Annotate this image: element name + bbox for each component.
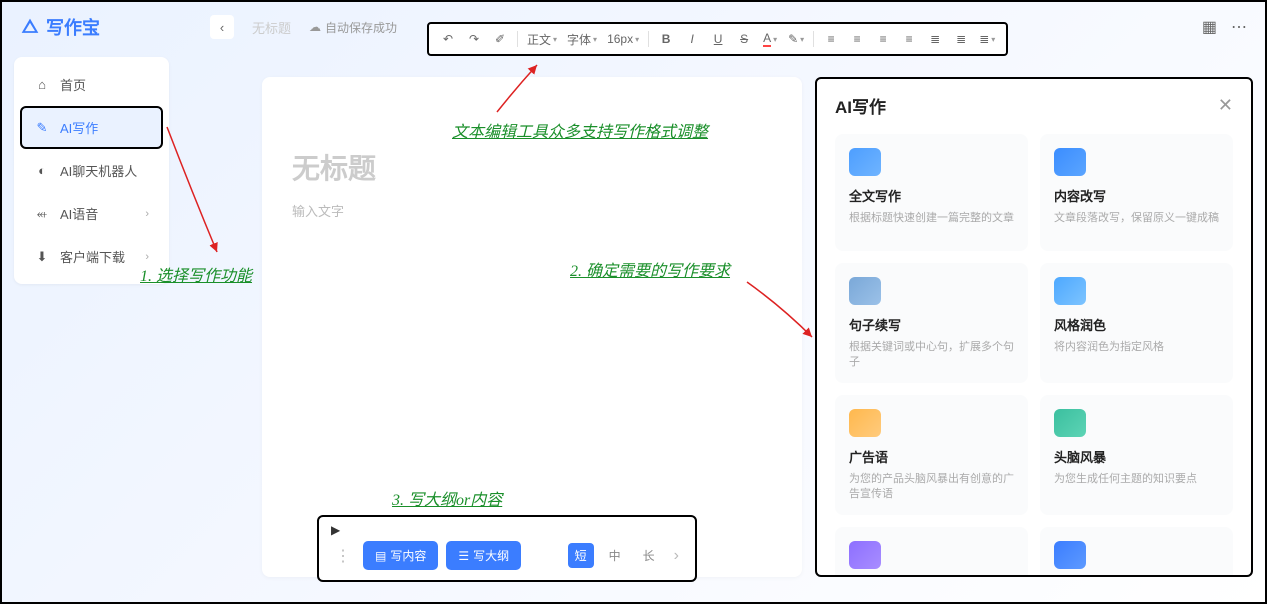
align-left-button[interactable]: ≡ — [820, 27, 842, 51]
ai-writing-panel: AI写作 ✕ 全文写作根据标题快速创建一篇完整的文章 内容改写文章段落改写，保留… — [815, 77, 1253, 577]
write-content-button[interactable]: ▤写内容 — [363, 541, 438, 570]
ai-card-adcopy[interactable]: 广告语为您的产品头脑风暴出有创意的广告宣传语 — [835, 395, 1028, 515]
card-icon — [1054, 541, 1086, 569]
autosave-status: ☁ 自动保存成功 — [309, 19, 397, 36]
logo-icon — [20, 17, 40, 37]
card-icon — [849, 541, 881, 569]
sidebar-item-download[interactable]: ⬇ 客户端下载 › — [20, 235, 163, 278]
grid-icon[interactable]: ▦ — [1202, 17, 1217, 37]
indent-button[interactable]: ≣▾ — [976, 27, 998, 51]
card-icon — [849, 409, 881, 437]
back-button[interactable]: ‹ — [210, 15, 234, 39]
strike-button[interactable]: S — [733, 27, 755, 51]
ai-card-rewrite[interactable]: 内容改写文章段落改写，保留原义一键成稿 — [1040, 134, 1233, 251]
chevron-right-icon[interactable]: › — [670, 547, 683, 565]
sidebar-item-ai-voice[interactable]: ⬴ AI语音 › — [20, 192, 163, 235]
header-nav: ‹ 无标题 ☁ 自动保存成功 — [210, 15, 397, 39]
pen-icon: ✎ — [34, 120, 50, 136]
align-center-button[interactable]: ≡ — [846, 27, 868, 51]
font-size-select[interactable]: 16px▾ — [604, 27, 642, 51]
app-name: 写作宝 — [46, 14, 100, 40]
ai-panel-title: AI写作 — [835, 93, 886, 118]
home-icon: ⌂ — [34, 77, 50, 92]
font-color-button[interactable]: A▾ — [759, 27, 781, 51]
font-family-select[interactable]: 字体▾ — [564, 27, 600, 51]
align-justify-button[interactable]: ≡ — [898, 27, 920, 51]
undo-button[interactable]: ↶ — [437, 27, 459, 51]
ai-card-polish[interactable]: 风格润色将内容润色为指定风格 — [1040, 263, 1233, 383]
sidebar-item-ai-write[interactable]: ✎ AI写作 — [20, 106, 163, 149]
highlight-button[interactable]: ✎▾ — [785, 27, 807, 51]
arrow-1 — [162, 122, 242, 262]
chat-icon: ◐ — [34, 163, 50, 178]
paragraph-style-select[interactable]: 正文▾ — [524, 27, 560, 51]
title-input[interactable]: 无标题 — [292, 147, 772, 187]
length-long[interactable]: 长 — [636, 543, 662, 568]
underline-button[interactable]: U — [707, 27, 729, 51]
sidebar: ⌂ 首页 ✎ AI写作 ◐ AI聊天机器人 ⬴ AI语音 › ⬇ 客户端下载 › — [14, 57, 169, 284]
bottom-action-bar: ▶ ⋮ ▤写内容 ☰写大纲 短 中 长 › — [317, 515, 697, 582]
bold-button[interactable]: B — [655, 27, 677, 51]
chevron-right-icon: › — [145, 251, 149, 263]
ai-card-brainstorm[interactable]: 头脑风暴为您生成任何主题的知识要点 — [1040, 395, 1233, 515]
close-icon[interactable]: ✕ — [1218, 95, 1233, 116]
format-painter-button[interactable]: ✐ — [489, 27, 511, 51]
list-unordered-button[interactable]: ≣ — [950, 27, 972, 51]
ai-card-continue[interactable]: 句子续写根据关键词或中心句，扩展多个句子 — [835, 263, 1028, 383]
redo-button[interactable]: ↷ — [463, 27, 485, 51]
app-logo: 写作宝 — [20, 14, 100, 40]
cloud-icon: ☁ — [309, 20, 321, 34]
more-vert-icon[interactable]: ⋮ — [331, 546, 355, 566]
ai-card-extra-1[interactable] — [835, 527, 1028, 577]
editor-area[interactable]: 无标题 输入文字 — [262, 77, 802, 577]
card-icon — [849, 277, 881, 305]
card-icon — [849, 148, 881, 176]
doc-icon: ▤ — [375, 549, 386, 563]
more-icon[interactable]: ⋯ — [1231, 17, 1247, 37]
editor-toolbar: ↶ ↷ ✐ 正文▾ 字体▾ 16px▾ B I U S A▾ ✎▾ ≡ ≡ ≡ … — [427, 22, 1008, 56]
write-outline-button[interactable]: ☰写大纲 — [446, 541, 521, 570]
doc-tab-untitled[interactable]: 无标题 — [252, 18, 291, 37]
voice-icon: ⬴ — [34, 206, 50, 222]
sidebar-item-ai-chat[interactable]: ◐ AI聊天机器人 — [20, 149, 163, 192]
length-short[interactable]: 短 — [568, 543, 594, 568]
sidebar-item-home[interactable]: ⌂ 首页 — [20, 63, 163, 106]
card-icon — [1054, 409, 1086, 437]
list-ordered-button[interactable]: ≣ — [924, 27, 946, 51]
length-mid[interactable]: 中 — [602, 543, 628, 568]
align-right-button[interactable]: ≡ — [872, 27, 894, 51]
download-icon: ⬇ — [34, 249, 50, 265]
card-icon — [1054, 277, 1086, 305]
chevron-right-icon: › — [145, 208, 149, 220]
list-icon: ☰ — [458, 549, 469, 563]
italic-button[interactable]: I — [681, 27, 703, 51]
ai-card-extra-2[interactable] — [1040, 527, 1233, 577]
play-icon: ▶ — [331, 523, 683, 537]
ai-card-full-write[interactable]: 全文写作根据标题快速创建一篇完整的文章 — [835, 134, 1028, 251]
body-input[interactable]: 输入文字 — [292, 201, 772, 220]
card-icon — [1054, 148, 1086, 176]
